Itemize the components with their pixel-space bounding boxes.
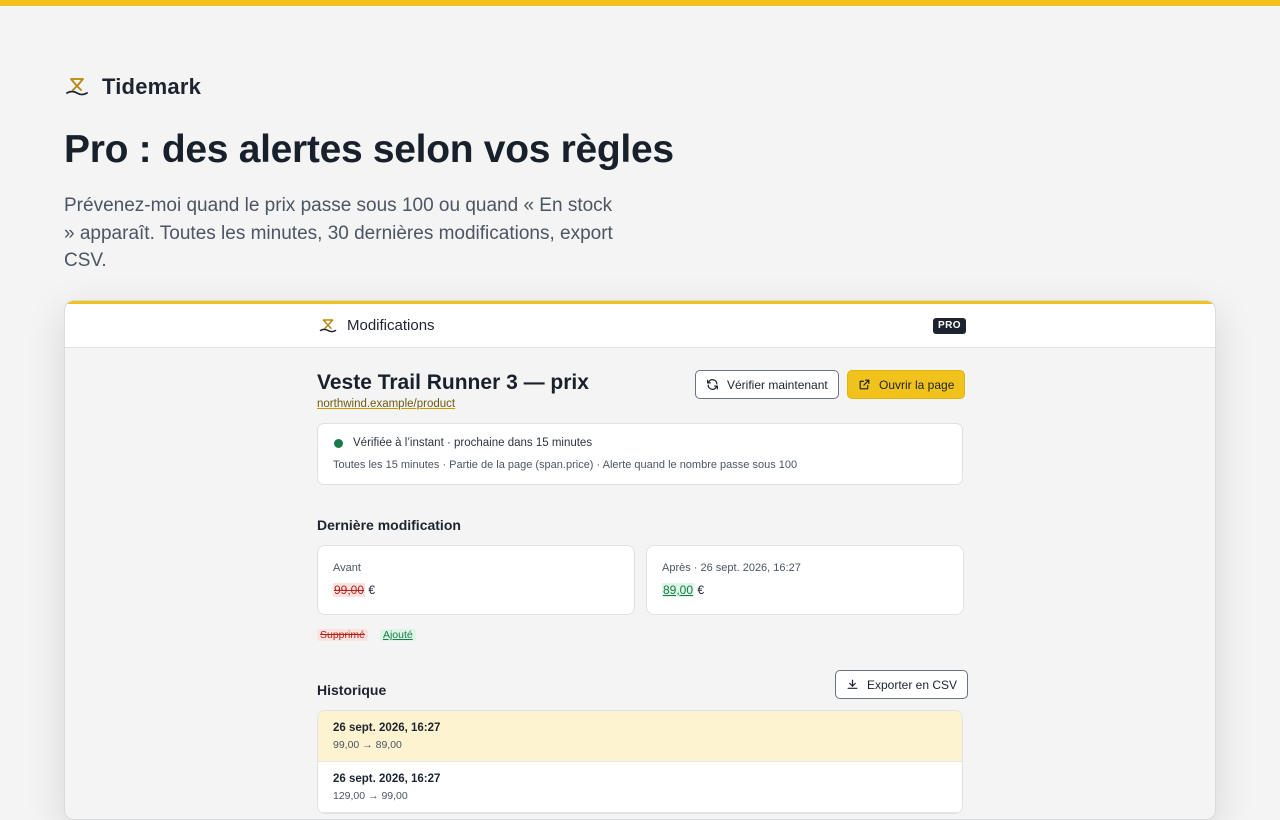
legend-removed: Supprimé xyxy=(317,629,368,641)
status-text: Vérifiée à l’instant · prochaine dans 15… xyxy=(353,437,593,449)
pro-badge: PRO xyxy=(933,318,966,334)
export-csv-label: Exporter en CSV xyxy=(867,677,958,692)
app-preview-panel: Modifications PRO Veste Trail Runner 3 —… xyxy=(64,300,1216,820)
top-accent-stripe xyxy=(0,0,1280,6)
open-page-label: Ouvrir la page xyxy=(879,377,955,392)
legend-added: Ajouté xyxy=(379,629,416,641)
history-change: 129,00 → 99,00 xyxy=(333,790,408,802)
diff-before-card: Avant 99,00 € xyxy=(317,545,635,615)
monitor-url-link[interactable]: northwind.example/product xyxy=(317,398,455,410)
history-date: 26 sept. 2026, 16:27 xyxy=(333,722,441,734)
open-page-button[interactable]: Ouvrir la page xyxy=(847,370,966,399)
tide-logo-icon xyxy=(64,74,90,100)
removed-value: 99,00 xyxy=(333,583,366,597)
hero-subtitle: Prévenez-moi quand le prix passe sous 10… xyxy=(64,195,613,271)
status-dot-icon xyxy=(334,438,343,448)
panel-title: Modifications xyxy=(347,317,435,334)
status-meta: Toutes les 15 minutes · Partie de la pag… xyxy=(333,459,798,471)
diff-after-card: Après · 26 sept. 2026, 16:27 89,00 € xyxy=(646,545,964,615)
history-change: 99,00 → 89,00 xyxy=(333,739,402,751)
diff-before-label: Avant xyxy=(333,562,361,574)
hero-title: Pro : des alertes selon vos règles xyxy=(64,128,674,171)
monitor-title: Veste Trail Runner 3 — prix xyxy=(317,371,589,394)
diff-before-value: 99,00 € xyxy=(333,583,375,597)
status-line: Vérifiée à l’instant · prochaine dans 15… xyxy=(334,437,592,449)
currency-unit: € xyxy=(368,583,376,597)
history-date: 26 sept. 2026, 16:27 xyxy=(333,773,441,785)
history-row[interactable]: 26 sept. 2026, 16:27 99,00 → 89,00 xyxy=(318,711,962,762)
history-title: Historique xyxy=(317,682,387,698)
currency-unit: € xyxy=(697,583,705,597)
tide-logo-icon xyxy=(319,317,337,335)
diff-legend: Supprimé Ajouté xyxy=(317,629,416,641)
external-link-icon xyxy=(858,378,871,391)
export-csv-button[interactable]: Exporter en CSV xyxy=(835,670,969,699)
verify-now-label: Vérifier maintenant xyxy=(727,377,828,392)
brand-name: Tidemark xyxy=(102,74,202,99)
status-card: Vérifiée à l’instant · prochaine dans 15… xyxy=(317,423,963,485)
diff-after-label: Après · 26 sept. 2026, 16:27 xyxy=(662,562,801,574)
history-row[interactable]: 26 sept. 2026, 16:27 129,00 → 99,00 xyxy=(318,762,962,813)
history-list: 26 sept. 2026, 16:27 99,00 → 89,00 26 se… xyxy=(317,710,963,814)
added-value: 89,00 xyxy=(662,583,695,597)
brand[interactable]: Tidemark xyxy=(64,74,201,100)
last-change-title: Dernière modification xyxy=(317,517,461,533)
refresh-icon xyxy=(706,378,719,391)
panel-header-bar: Modifications PRO xyxy=(65,304,1215,348)
verify-now-button[interactable]: Vérifier maintenant xyxy=(695,370,839,399)
download-icon xyxy=(846,678,859,691)
diff-after-value: 89,00 € xyxy=(662,583,704,597)
